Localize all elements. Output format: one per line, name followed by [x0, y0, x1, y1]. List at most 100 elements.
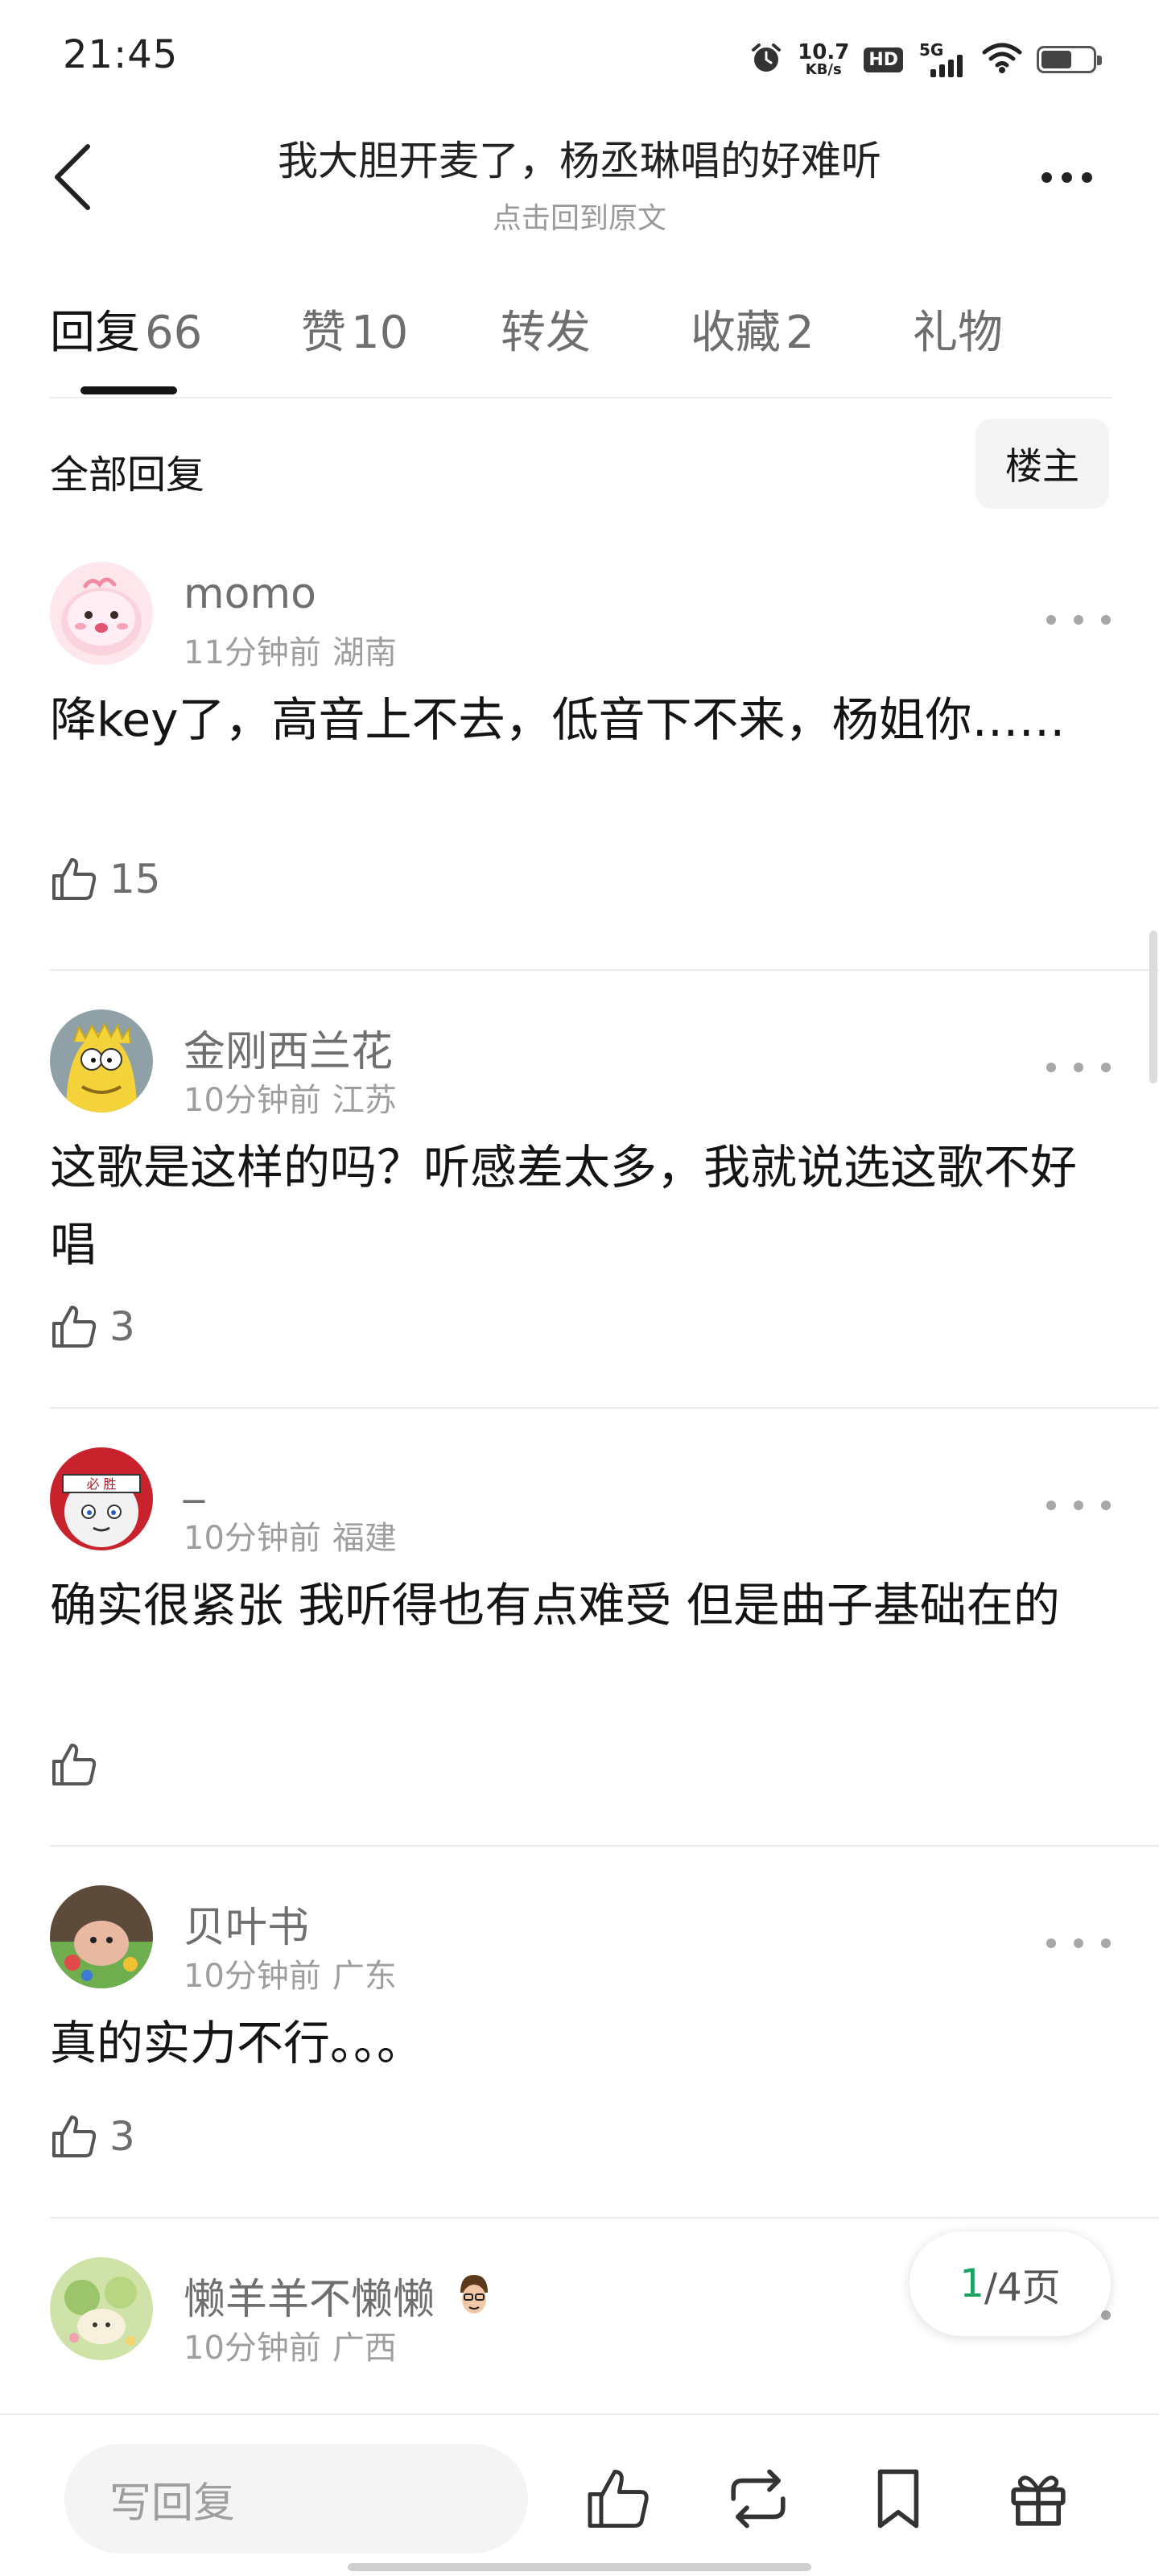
comment-location: 江苏: [332, 1082, 397, 1119]
comment-like-button[interactable]: 15: [50, 855, 161, 903]
tab-reposts[interactable]: 转发: [501, 296, 591, 361]
back-to-original-link[interactable]: 点击回到原文: [137, 195, 1022, 237]
comment-location: 福建: [332, 1520, 397, 1557]
tab-gifts[interactable]: 礼物: [913, 296, 1003, 361]
avatar[interactable]: [50, 2257, 153, 2360]
like-icon: [588, 2469, 649, 2529]
comment-list: momo 11分钟前 湖南 降key了，高音上不去，低音下不来，杨姐你…… 15 …: [50, 523, 1159, 2420]
status-icons: 10.7 KB/s HD 5G: [749, 35, 1102, 84]
tab-label: 赞: [301, 307, 346, 359]
comment-meta: 11分钟前 湖南: [184, 626, 397, 673]
reply-input[interactable]: 写回复: [64, 2444, 528, 2553]
bookmark-button[interactable]: [861, 2462, 935, 2536]
gift-button[interactable]: [1001, 2462, 1075, 2536]
comment-time: 10分钟前: [184, 2330, 321, 2367]
avatar[interactable]: [50, 1885, 153, 1988]
page-indicator[interactable]: 1/4页: [909, 2231, 1111, 2336]
comment-text: 确实很紧张 我听得也有点难受 但是曲子基础在的: [50, 1578, 1060, 1633]
avatar[interactable]: 必 胜: [50, 1447, 153, 1550]
alarm-icon: [749, 41, 783, 78]
like-count: 15: [109, 856, 161, 902]
status-bar: 21:45 10.7 KB/s HD 5G: [0, 0, 1159, 121]
comment-more-button[interactable]: [1046, 604, 1111, 636]
comment-time: 11分钟前: [184, 634, 321, 671]
scrollbar[interactable]: [1149, 931, 1157, 1084]
comment-location: 广东: [332, 1958, 397, 1995]
comment-like-button[interactable]: [50, 1740, 98, 1789]
status-time: 21:45: [63, 32, 179, 77]
tab-likes[interactable]: 赞 10: [301, 296, 408, 361]
comment-text: 降key了，高音上不去，低音下不来，杨姐你……: [50, 692, 1066, 747]
comment-location: 广西: [332, 2330, 397, 2367]
active-tab-indicator: [80, 386, 177, 394]
tab-label: 收藏: [691, 307, 781, 359]
thumbs-up-icon: [52, 1744, 97, 1785]
tab-count: 10: [351, 307, 409, 359]
like-count: 3: [109, 1303, 135, 1350]
avatar[interactable]: [50, 562, 153, 665]
avatar[interactable]: [50, 1009, 153, 1113]
username-text: _: [184, 1455, 204, 1504]
comment-item: 必 胜 _ 10分钟前 福建 确实很紧张 我听得也有点难受 但是曲子基础在的: [50, 1409, 1159, 1847]
tab-count: 2: [786, 307, 815, 359]
comment-time: 10分钟前: [184, 1958, 321, 1995]
comment-item: momo 11分钟前 湖南 降key了，高音上不去，低音下不来，杨姐你…… 15: [50, 523, 1159, 971]
tab-label: 回复: [50, 307, 140, 359]
like-button[interactable]: [581, 2462, 655, 2536]
comment-item: 贝叶书 10分钟前 广东 真的实力不行。。。 3: [50, 1847, 1159, 2219]
comment-username[interactable]: momo: [184, 570, 316, 618]
thumbs-up-icon: [52, 2116, 97, 2157]
repost-button[interactable]: [721, 2462, 795, 2536]
more-options-button[interactable]: [1022, 153, 1111, 201]
total-pages: /4页: [984, 2265, 1061, 2310]
current-page: 1: [959, 2261, 984, 2306]
comment-time: 10分钟前: [184, 1082, 321, 1119]
back-arrow-icon: [55, 144, 90, 210]
comment-more-button[interactable]: [1046, 1489, 1111, 1521]
tab-bar: 回复 66 赞 10 转发 收藏 2 礼物: [50, 282, 1112, 398]
repost-icon: [731, 2469, 786, 2529]
home-indicator[interactable]: [348, 2563, 811, 2571]
comment-like-button[interactable]: 3: [50, 1302, 135, 1351]
header: 我大胆开麦了，杨丞琳唱的好难听 点击回到原文: [0, 121, 1159, 242]
username-text: 金刚西兰花: [184, 1028, 394, 1076]
signal-5g-icon: 5G: [918, 40, 967, 79]
tab-label: 礼物: [913, 307, 1003, 359]
gift-icon: [1011, 2475, 1066, 2526]
tab-label: 转发: [501, 307, 591, 359]
comment-meta: 10分钟前 广西: [184, 2322, 397, 2368]
comment-item: 金刚西兰花 10分钟前 江苏 这歌是这样的吗？听感差太多，我就说选这歌不好唱 3: [50, 971, 1159, 1409]
speed-unit: KB/s: [805, 61, 842, 78]
username-text: 贝叶书: [184, 1904, 310, 1952]
battery-icon: [1037, 46, 1102, 73]
tab-favorites[interactable]: 收藏 2: [691, 296, 815, 361]
thumbs-up-icon: [52, 858, 97, 900]
network-speed: 10.7 KB/s: [798, 42, 849, 77]
like-count: 3: [109, 2113, 135, 2160]
emoji-badge-icon: [460, 2274, 489, 2314]
filter-bar: 全部回复 楼主: [50, 419, 1109, 509]
comment-more-button[interactable]: [1046, 1927, 1111, 1959]
comment-meta: 10分钟前 广东: [184, 1950, 397, 1996]
wifi-icon: [982, 42, 1022, 77]
all-replies-label: 全部回复: [50, 452, 205, 497]
tab-replies[interactable]: 回复 66: [50, 296, 202, 361]
comment-meta: 10分钟前 福建: [184, 1512, 397, 1558]
comment-username[interactable]: 金刚西兰花: [184, 1018, 393, 1078]
battery-fill: [1041, 51, 1072, 68]
username-text: 懒羊羊不懒懒: [184, 2276, 435, 2324]
page-title: 我大胆开麦了，杨丞琳唱的好难听: [278, 138, 881, 184]
op-only-button[interactable]: 楼主: [975, 419, 1109, 509]
thumbs-up-icon: [52, 1306, 97, 1348]
comment-more-button[interactable]: [1046, 1051, 1111, 1084]
comment-username[interactable]: 贝叶书: [184, 1893, 309, 1954]
speed-value: 10.7: [798, 40, 850, 64]
comment-location: 湖南: [332, 634, 397, 671]
comment-text: 这歌是这样的吗？听感差太多，我就说选这歌不好唱: [50, 1140, 1078, 1272]
comment-username[interactable]: 懒羊羊不懒懒: [184, 2265, 494, 2326]
comment-username[interactable]: _: [184, 1455, 204, 1504]
tab-count: 66: [145, 307, 203, 359]
back-button[interactable]: [40, 137, 105, 217]
comment-text: 真的实力不行。。。: [50, 2016, 424, 2070]
comment-like-button[interactable]: 3: [50, 2112, 135, 2161]
